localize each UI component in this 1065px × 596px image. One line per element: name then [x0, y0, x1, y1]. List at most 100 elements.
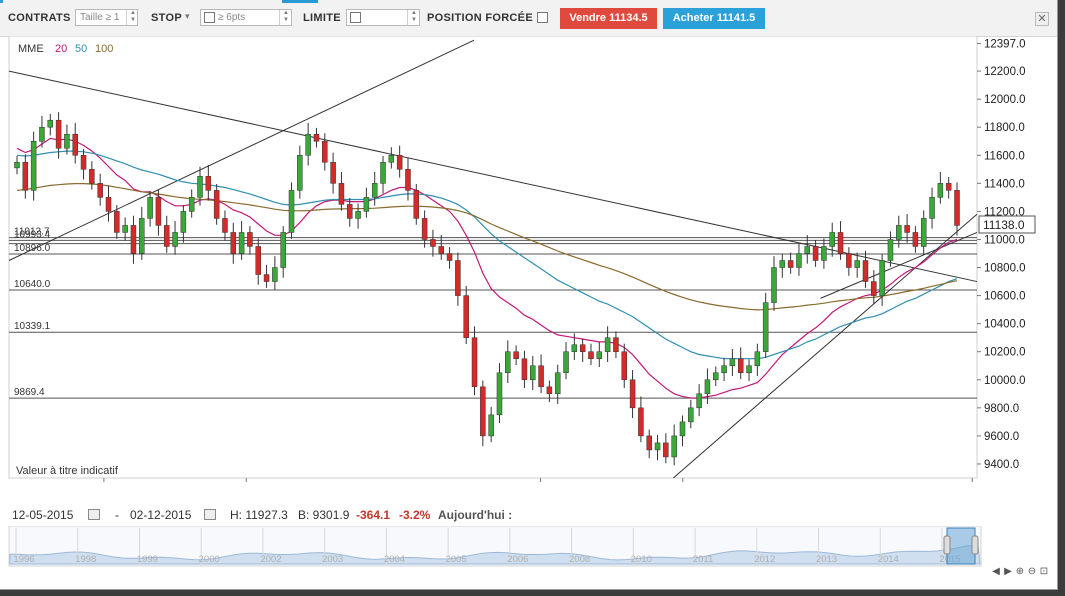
- candle-body: [205, 176, 212, 191]
- candle-body: [446, 253, 453, 261]
- candle-body: [854, 260, 860, 268]
- candle-body: [654, 442, 661, 451]
- candle-body: [371, 183, 378, 198]
- level-label: 10896.0: [14, 243, 51, 254]
- candle-body: [139, 218, 145, 254]
- end-date[interactable]: 02-12-2015: [130, 508, 191, 522]
- candle-body: [30, 140, 37, 191]
- candle-body: [729, 358, 736, 366]
- candle-body: [796, 253, 802, 268]
- candle-body: [754, 351, 761, 366]
- candle-body: [521, 358, 528, 381]
- disclaimer: Valeur à titre indicatif: [16, 465, 119, 477]
- navigator-year-label: 1998: [75, 554, 96, 565]
- price-chart[interactable]: 11012.710993.410896.010640.010339.19869.…: [0, 36, 1058, 482]
- candle-body: [471, 337, 478, 388]
- candle-body: [238, 232, 245, 254]
- candle-body: [64, 133, 70, 149]
- candle-body: [837, 232, 844, 254]
- candle-body: [629, 379, 636, 409]
- candle-body: [812, 246, 819, 261]
- close-icon[interactable]: ✕: [1035, 12, 1049, 26]
- scroll-left-icon[interactable]: ◀: [990, 566, 1002, 577]
- level-label: 10339.1: [14, 321, 51, 332]
- candle-body: [563, 351, 569, 374]
- candle-body: [613, 337, 619, 352]
- candle-body: [255, 246, 261, 275]
- candle-body: [213, 190, 220, 219]
- y-tick-label: 9600.0: [984, 431, 1019, 443]
- stop-stepper[interactable]: ▲ ▼: [279, 10, 292, 25]
- fit-icon[interactable]: ⊡: [1038, 566, 1050, 577]
- candle-body: [363, 197, 370, 212]
- navigator-year-label: 2002: [260, 554, 281, 565]
- change-pct: -3.2%: [399, 508, 431, 522]
- candle-body: [163, 225, 170, 247]
- candle-body: [879, 260, 885, 296]
- stop-label: STOP: [151, 12, 182, 24]
- navigator-right-handle[interactable]: [971, 535, 979, 555]
- candle-body: [480, 386, 486, 437]
- legend-ema20: 20: [55, 43, 67, 55]
- scroll-right-icon[interactable]: ▶: [1002, 566, 1014, 577]
- candle-body: [887, 239, 894, 261]
- end-calendar-icon[interactable]: [204, 509, 216, 520]
- candle-body: [954, 190, 960, 226]
- range-navigator[interactable]: 1996 1998 1999 2000 2002 2003 2004 2005 2006 2008…: [0, 526, 1058, 578]
- y-axis: 12397.0 12200.0 12000.0 11800.0 11600.0 11400…: [977, 38, 1026, 471]
- y-tick-label: 11000.0: [984, 234, 1025, 246]
- y-tick-label: 11800.0: [984, 122, 1025, 134]
- y-tick-label: 12200.0: [984, 66, 1026, 78]
- limit-checkbox[interactable]: [350, 12, 361, 23]
- candle-body: [313, 133, 320, 142]
- candle-body: [904, 225, 910, 233]
- candle-body: [846, 253, 852, 268]
- candle-body: [721, 365, 727, 374]
- candle-body: [571, 344, 578, 352]
- candle-body: [862, 260, 869, 282]
- candle-body: [588, 351, 594, 359]
- candle-body: [762, 302, 769, 352]
- navigator-window[interactable]: [946, 527, 976, 565]
- legend-ema100: 100: [95, 43, 113, 55]
- candle-body: [421, 218, 428, 240]
- y-tick-label: 10400.0: [984, 319, 1026, 331]
- forced-position-checkbox[interactable]: [537, 12, 548, 23]
- y-tick-label: 11400.0: [984, 178, 1025, 190]
- order-toolbar: CONTRATS Taille ≥ 1 ▲ ▼ STOP ▾ ≥ 6pts ▲ ▼ …: [0, 0, 1057, 37]
- high-value: H: 11927.3: [230, 508, 288, 522]
- candle-body: [147, 197, 153, 219]
- candle-body: [896, 225, 902, 240]
- candle-body: [272, 267, 278, 282]
- today-label: Aujourd'hui :: [438, 508, 513, 522]
- navigator-year-label: 2003: [322, 554, 343, 565]
- forced-position-label: POSITION FORCÉE: [427, 12, 533, 24]
- zoom-in-icon[interactable]: ⊕: [1014, 566, 1026, 577]
- candle-body: [787, 260, 794, 268]
- start-date[interactable]: 12-05-2015: [12, 508, 73, 522]
- candle-body: [488, 414, 494, 437]
- sell-button[interactable]: Vendre 11134.5: [560, 8, 657, 29]
- stop-checkbox[interactable]: [204, 12, 215, 23]
- candle-body: [280, 232, 286, 268]
- candle-body: [596, 351, 603, 359]
- candle-body: [322, 140, 328, 163]
- candle-body: [920, 218, 927, 247]
- candle-body: [771, 267, 777, 303]
- zoom-out-icon[interactable]: ⊖: [1026, 566, 1038, 577]
- stop-dropdown-caret[interactable]: ▾: [185, 11, 190, 22]
- candle-body: [297, 155, 303, 191]
- candle-body: [230, 232, 237, 254]
- limit-stepper[interactable]: ▲ ▼: [407, 10, 420, 25]
- candle-body: [155, 197, 162, 226]
- contracts-stepper[interactable]: ▲ ▼: [126, 10, 139, 25]
- buy-button[interactable]: Acheter 11141.5: [663, 8, 765, 29]
- candle-body: [180, 211, 187, 233]
- candle-body: [821, 246, 827, 261]
- y-tick-label: 10000.0: [984, 375, 1026, 387]
- candle-body: [455, 260, 461, 296]
- candle-body: [704, 379, 711, 395]
- candle-body: [380, 162, 386, 184]
- start-calendar-icon[interactable]: [88, 509, 100, 520]
- navigator-left-handle[interactable]: [943, 535, 951, 555]
